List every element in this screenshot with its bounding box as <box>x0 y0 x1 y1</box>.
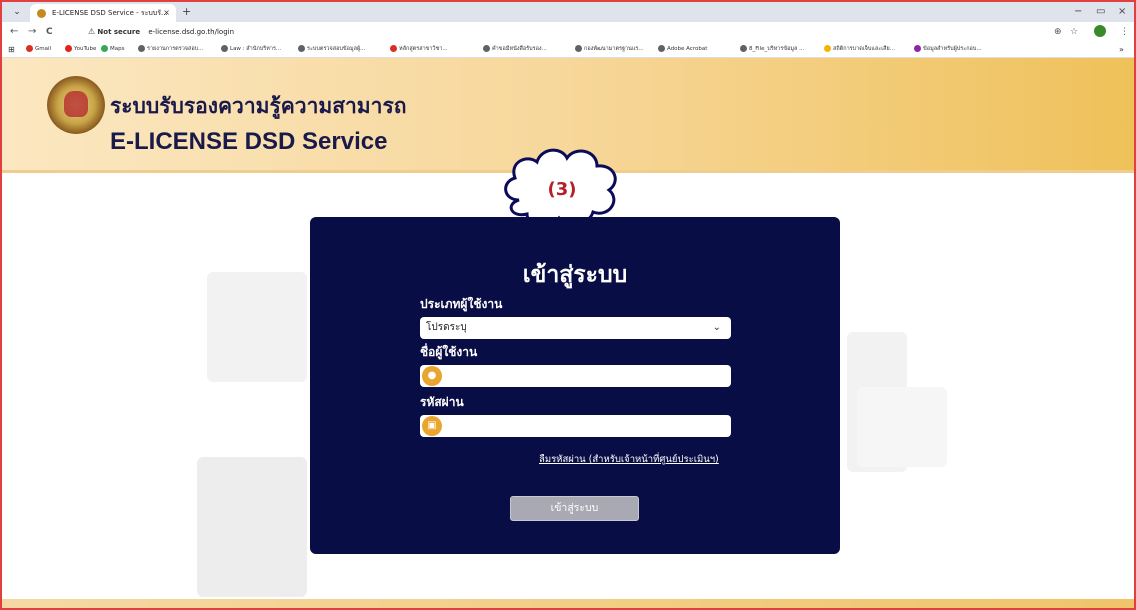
username-label: ชื่อผู้ใช้งาน <box>420 345 478 359</box>
bookmark-favicon-icon <box>390 45 397 52</box>
username-input[interactable]: ● <box>420 365 731 387</box>
tab-title: E-LICENSE DSD Service - ระบบรั... <box>52 9 168 17</box>
bookmark-item[interactable]: หลักสูตรสาขาวิชา... <box>390 42 448 57</box>
browser-window: ⌄ E-LICENSE DSD Service - ระบบรั... × + … <box>0 0 1136 610</box>
profile-avatar[interactable] <box>1094 25 1106 37</box>
tab-strip: ⌄ E-LICENSE DSD Service - ระบบรั... × + … <box>2 2 1134 22</box>
bookmark-label: Gmail <box>35 46 52 52</box>
bookmark-item[interactable]: Maps <box>101 42 124 57</box>
url-bar[interactable]: ⚠ Not secure e-license.dsd.go.th/login <box>84 24 1044 40</box>
minimize-icon[interactable]: − <box>1074 4 1082 20</box>
bookmark-favicon-icon <box>298 45 305 52</box>
bookmarks-bar: ⊞ » Gmail YouTube Maps รายงานการตรวจสอบ... L… <box>2 42 1134 58</box>
not-secure-icon[interactable]: ⚠ <box>88 27 95 36</box>
bookmark-favicon-icon <box>483 45 490 52</box>
bookmark-item[interactable]: Law : สำนักบริหาร... <box>221 42 281 57</box>
new-tab-button[interactable]: + <box>182 3 191 21</box>
user-type-selected-value: โปรดระบุ <box>426 322 467 333</box>
bookmark-label: หลักสูตรสาขาวิชา... <box>399 46 448 52</box>
annotation-step-label: (3) <box>547 179 577 200</box>
password-label: รหัสผ่าน <box>420 395 464 409</box>
apps-icon[interactable]: ⊞ <box>8 42 15 57</box>
bookmark-favicon-icon <box>658 45 665 52</box>
bookmark-item[interactable]: Adobe Acrobat <box>658 42 707 57</box>
background-illustration <box>207 272 307 382</box>
tab-close-icon[interactable]: × <box>163 4 170 22</box>
lock-icon: ▣ <box>422 416 442 436</box>
chevron-down-icon: ⌄ <box>712 322 721 333</box>
site-title-english: E-LICENSE DSD Service <box>110 128 388 155</box>
bookmark-label: สถิติการบาดเจ็บและเสีย... <box>833 46 895 52</box>
reload-icon[interactable]: C <box>46 24 53 40</box>
site-title-thai: ระบบรับรองความรู้ความสามารถ <box>110 94 407 118</box>
bookmark-favicon-icon <box>65 45 72 52</box>
bookmark-item[interactable]: รายงานการตรวจสอบ... <box>138 42 203 57</box>
user-type-label: ประเภทผู้ใช้งาน <box>420 297 503 311</box>
bookmark-favicon-icon <box>575 45 582 52</box>
bookmark-favicon-icon <box>221 45 228 52</box>
bookmark-label: Adobe Acrobat <box>667 46 708 52</box>
dsd-seal-logo <box>47 76 105 134</box>
bookmark-label: YouTube <box>74 46 97 52</box>
footer-bar <box>2 599 1134 608</box>
forward-icon[interactable]: → <box>28 24 36 40</box>
forgot-password-link[interactable]: ลืมรหัสผ่าน (สำหรับเจ้าหน้าที่ศูนย์ประเม… <box>539 452 719 467</box>
bookmark-label: Law : สำนักบริหาร... <box>230 46 282 52</box>
close-window-icon[interactable]: × <box>1118 4 1126 20</box>
bookmark-favicon-icon <box>101 45 108 52</box>
browser-menu-icon[interactable]: ⋮ <box>1120 25 1129 39</box>
bookmark-favicon-icon <box>740 45 747 52</box>
bookmarks-more-icon[interactable]: » <box>1119 42 1124 57</box>
bookmark-item[interactable]: ข้อมูลสำหรับผู้ประกอบ... <box>914 42 982 57</box>
password-input[interactable]: ▣ <box>420 415 731 437</box>
bookmark-item[interactable]: ระบบตรวจสอบข้อมูลผู้... <box>298 42 365 57</box>
browser-tab[interactable]: E-LICENSE DSD Service - ระบบรั... × <box>30 4 176 22</box>
background-illustration <box>197 457 307 597</box>
user-type-select[interactable]: โปรดระบุ ⌄ <box>420 317 731 339</box>
bookmark-star-icon[interactable]: ☆ <box>1070 25 1078 39</box>
bookmark-favicon-icon <box>914 45 921 52</box>
bookmark-item[interactable]: สถิติการบาดเจ็บและเสีย... <box>824 42 895 57</box>
bookmark-label: Maps <box>110 46 125 52</box>
restore-icon[interactable]: ▭ <box>1096 4 1105 20</box>
address-bar-row: ← → C ⚠ Not secure e-license.dsd.go.th/l… <box>2 22 1134 42</box>
bookmark-label: กองพัฒนามาตรฐานแร... <box>584 46 644 52</box>
bookmark-favicon-icon <box>824 45 831 52</box>
bookmark-item[interactable]: Gmail <box>26 42 51 57</box>
url-text: e-license.dsd.go.th/login <box>148 28 235 36</box>
security-label: Not secure <box>97 28 141 36</box>
zoom-icon[interactable]: ⊕ <box>1054 25 1062 39</box>
bookmark-item[interactable]: กองพัฒนามาตรฐานแร... <box>575 42 644 57</box>
back-icon[interactable]: ← <box>10 24 18 40</box>
bookmark-label: รายงานการตรวจสอบ... <box>147 46 204 52</box>
login-submit-button[interactable]: เข้าสู่ระบบ <box>510 496 639 521</box>
bookmark-label: 8_File_บริหารข้อมูล ... <box>749 46 805 52</box>
site-favicon-icon <box>37 9 46 18</box>
bookmark-label: คำขอมีหนังสือรับรอง... <box>492 46 547 52</box>
background-illustration <box>857 387 947 467</box>
bookmark-item[interactable]: 8_File_บริหารข้อมูล ... <box>740 42 804 57</box>
bookmark-favicon-icon <box>138 45 145 52</box>
bookmark-label: ระบบตรวจสอบข้อมูลผู้... <box>307 46 366 52</box>
bookmark-favicon-icon <box>26 45 33 52</box>
user-icon: ● <box>422 366 442 386</box>
bookmark-item[interactable]: YouTube <box>65 42 96 57</box>
login-title: เข้าสู่ระบบ <box>522 262 628 288</box>
bookmark-label: ข้อมูลสำหรับผู้ประกอบ... <box>923 46 982 52</box>
bookmark-item[interactable]: คำขอมีหนังสือรับรอง... <box>483 42 547 57</box>
login-card: เข้าสู่ระบบ ประเภทผู้ใช้งาน โปรดระบุ ⌄ ช… <box>310 217 840 554</box>
tab-search-icon[interactable]: ⌄ <box>10 5 24 19</box>
